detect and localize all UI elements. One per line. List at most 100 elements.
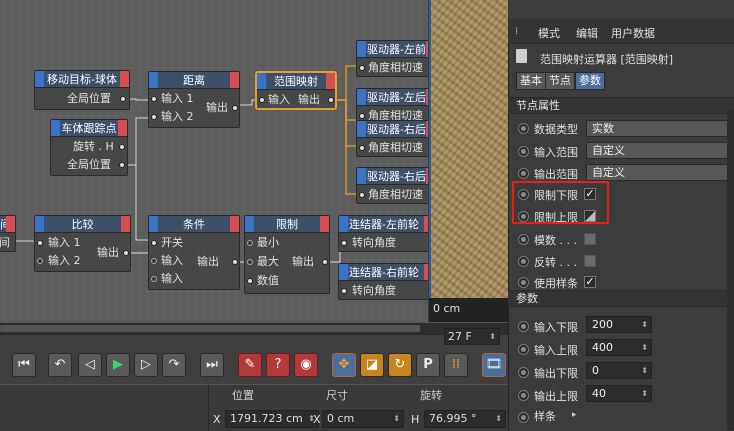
size-x-field[interactable]: 0 cm ⬍ <box>322 410 404 428</box>
next-frame-button[interactable]: ▷ <box>134 353 158 377</box>
input-range-radio[interactable] <box>518 146 529 157</box>
input-port[interactable] <box>359 113 365 119</box>
position-x-field[interactable]: 1791.723 cm ⬍ <box>225 410 319 428</box>
node-compare[interactable]: 比较 输入 1 输入 2 输出 <box>34 215 131 272</box>
film-icon[interactable]: 🎞 <box>482 353 506 377</box>
data-type-radio[interactable] <box>518 123 529 134</box>
input-port[interactable] <box>151 96 157 102</box>
output-port[interactable] <box>322 259 328 265</box>
use-spline-radio[interactable] <box>518 277 529 288</box>
input-upper-field[interactable]: 400 ⬍ <box>586 339 652 356</box>
scrollbar-thumb[interactable] <box>0 325 420 332</box>
attribute-scrollbar[interactable] <box>727 110 734 430</box>
input-lower-field[interactable]: 200 ⬍ <box>586 316 652 333</box>
previous-key-button[interactable]: ↶ <box>48 353 72 377</box>
input-port[interactable] <box>151 276 157 282</box>
input-port[interactable] <box>247 278 253 284</box>
output-upper-radio[interactable] <box>518 390 529 401</box>
menu-user-data[interactable]: 用户数据 <box>611 25 655 41</box>
node-driver-rear-right-b[interactable]: 驱动器-右后 角度相切速 <box>356 167 428 204</box>
output-lower-radio[interactable] <box>518 367 529 378</box>
input-upper-radio[interactable] <box>518 344 529 355</box>
spinner-icon[interactable]: ⬍ <box>641 363 648 378</box>
use-spline-checkbox[interactable]: ✓ <box>584 276 596 288</box>
xpresso-node-editor[interactable]: 移动目标-球体 全局位置 车体跟踪点 旋转 . H 全局位置 距离 输入 1 输… <box>0 0 428 334</box>
node-partial-left[interactable]: 间 间 <box>0 215 16 252</box>
spinner-icon[interactable]: ⬍ <box>641 386 648 401</box>
node-clamp[interactable]: 限制 最小 最大 数值 输出 <box>244 215 330 294</box>
go-to-end-button[interactable]: ⏭ <box>200 353 224 377</box>
modulo-radio[interactable] <box>518 234 529 245</box>
autokey-button[interactable]: ? <box>266 353 290 377</box>
input-port[interactable] <box>259 97 265 103</box>
output-port[interactable] <box>232 259 238 265</box>
menu-edit[interactable]: 编辑 <box>576 25 598 41</box>
clamp-lower-checkbox[interactable]: ✓ <box>584 188 596 200</box>
tab-basic[interactable]: 基本 <box>516 72 546 90</box>
output-port[interactable] <box>119 162 125 168</box>
output-port[interactable] <box>328 97 334 103</box>
spinner-icon[interactable]: ⬍ <box>393 411 400 427</box>
spinner-icon[interactable]: ⬍ <box>495 411 502 427</box>
keyframe-selection-button[interactable]: ◉ <box>294 353 318 377</box>
input-port[interactable] <box>37 240 43 246</box>
node-car-track-point[interactable]: 车体跟踪点 旋转 . H 全局位置 <box>50 119 128 176</box>
node-driver-front-left[interactable]: 驱动器-左前 角度相切速 <box>356 40 428 77</box>
input-port[interactable] <box>151 258 157 264</box>
output-port[interactable] <box>232 105 238 111</box>
output-range-dropdown[interactable]: 自定义 <box>586 164 732 181</box>
input-port[interactable] <box>359 65 365 71</box>
data-type-dropdown[interactable]: 实数 <box>586 120 732 137</box>
next-key-button[interactable]: ↷ <box>162 353 186 377</box>
rotate-tool-button[interactable]: ↻ <box>388 353 412 377</box>
move-tool-button[interactable]: ✥ <box>332 353 356 377</box>
scale-tool-button[interactable]: ◪ <box>360 353 384 377</box>
point-level-button[interactable]: ⁞⁞ <box>444 353 468 377</box>
input-port[interactable] <box>151 114 157 120</box>
node-range-mapper[interactable]: 范围映射 输入 输出 <box>256 72 336 109</box>
rotation-h-field[interactable]: 76.995 ° ⬍ <box>424 410 506 428</box>
output-range-radio[interactable] <box>518 168 529 179</box>
spline-label[interactable]: 样条 <box>534 408 556 424</box>
play-button[interactable]: ▶ <box>106 353 130 377</box>
spinner-icon[interactable]: ⬍ <box>489 329 496 344</box>
output-port[interactable] <box>123 250 129 256</box>
node-move-target-sphere[interactable]: 移动目标-球体 全局位置 <box>34 70 130 110</box>
reverse-checkbox[interactable] <box>584 255 596 267</box>
parameter-button[interactable]: P <box>416 353 440 377</box>
clamp-lower-radio[interactable] <box>518 189 529 200</box>
spline-radio[interactable] <box>518 412 529 423</box>
spinner-icon[interactable]: ⬍ <box>641 340 648 355</box>
node-connector-front-right[interactable]: 连结器-右前轮 转向角度 <box>338 263 428 300</box>
input-port[interactable] <box>151 240 157 246</box>
input-port[interactable] <box>341 240 347 246</box>
tab-parameter[interactable]: 参数 <box>575 72 605 90</box>
output-lower-field[interactable]: 0 ⬍ <box>586 362 652 379</box>
input-port[interactable] <box>37 258 43 264</box>
reverse-radio[interactable] <box>518 256 529 267</box>
spinner-icon[interactable]: ⬍ <box>641 317 648 332</box>
input-port[interactable] <box>359 145 365 151</box>
output-port[interactable] <box>120 96 126 102</box>
input-port[interactable] <box>247 259 253 265</box>
previous-frame-button[interactable]: ◁ <box>78 353 102 377</box>
menu-mode[interactable]: 模式 <box>538 25 560 41</box>
expand-arrow-icon[interactable]: ▸ <box>572 410 577 420</box>
modulo-checkbox[interactable] <box>584 233 596 245</box>
clamp-upper-checkbox[interactable] <box>584 210 596 222</box>
input-port[interactable] <box>359 192 365 198</box>
current-frame-field[interactable]: 27 F ⬍ <box>444 328 500 345</box>
input-port[interactable] <box>247 240 253 246</box>
input-port[interactable] <box>341 288 347 294</box>
horizontal-scrollbar[interactable] <box>0 322 508 334</box>
output-upper-field[interactable]: 40 ⬍ <box>586 385 652 402</box>
tab-node[interactable]: 节点 <box>545 72 575 90</box>
clamp-upper-radio[interactable] <box>518 211 529 222</box>
output-port[interactable] <box>119 144 125 150</box>
input-range-dropdown[interactable]: 自定义 <box>586 142 732 159</box>
3d-viewport[interactable] <box>429 0 508 322</box>
input-lower-radio[interactable] <box>518 321 529 332</box>
node-distance[interactable]: 距离 输入 1 输入 2 输出 <box>148 71 240 128</box>
node-driver-rear-right-a[interactable]: 驱动器-右后 角度相切速 <box>356 120 428 157</box>
record-button[interactable]: ✎ <box>238 353 262 377</box>
